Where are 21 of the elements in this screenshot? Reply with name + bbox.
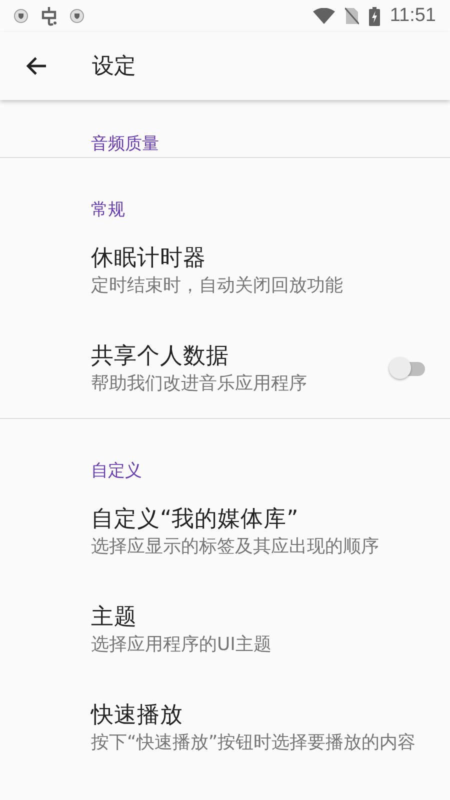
setting-summary: 按下“快速播放”按钮时选择要播放的内容 [91,731,417,755]
battery-charging-icon [368,6,380,26]
wifi-icon [312,8,335,24]
section-header: 常规 [90,199,126,222]
setting-summary: 选择应显示的标签及其应出现的顺序 [91,535,380,559]
setting-title[interactable]: 自定义“我的媒体库” [91,504,428,534]
back-arrow-icon[interactable] [25,56,47,76]
status-time: 11:51 [390,5,436,27]
setting-summary: 定时结束时，自动关闭回放功能 [91,274,344,298]
setting-title[interactable]: 休眠计时器 [91,243,428,273]
setting-title[interactable]: 主题 [91,602,428,632]
setting-summary: 帮助我们改进音乐应用程序 [91,372,308,396]
no-sim-icon [344,7,359,25]
setting-title[interactable]: 快速播放 [91,700,428,730]
shield-icon [14,9,28,23]
screen-title: 设定 [92,53,136,81]
setting-title[interactable]: 共享个人数据 [91,341,376,371]
section-header: 自定义 [90,460,143,483]
shield-icon [70,9,84,23]
section-header: 音频质量 [90,133,160,156]
setting-summary: 选择应用程序的UI主题 [91,633,272,657]
